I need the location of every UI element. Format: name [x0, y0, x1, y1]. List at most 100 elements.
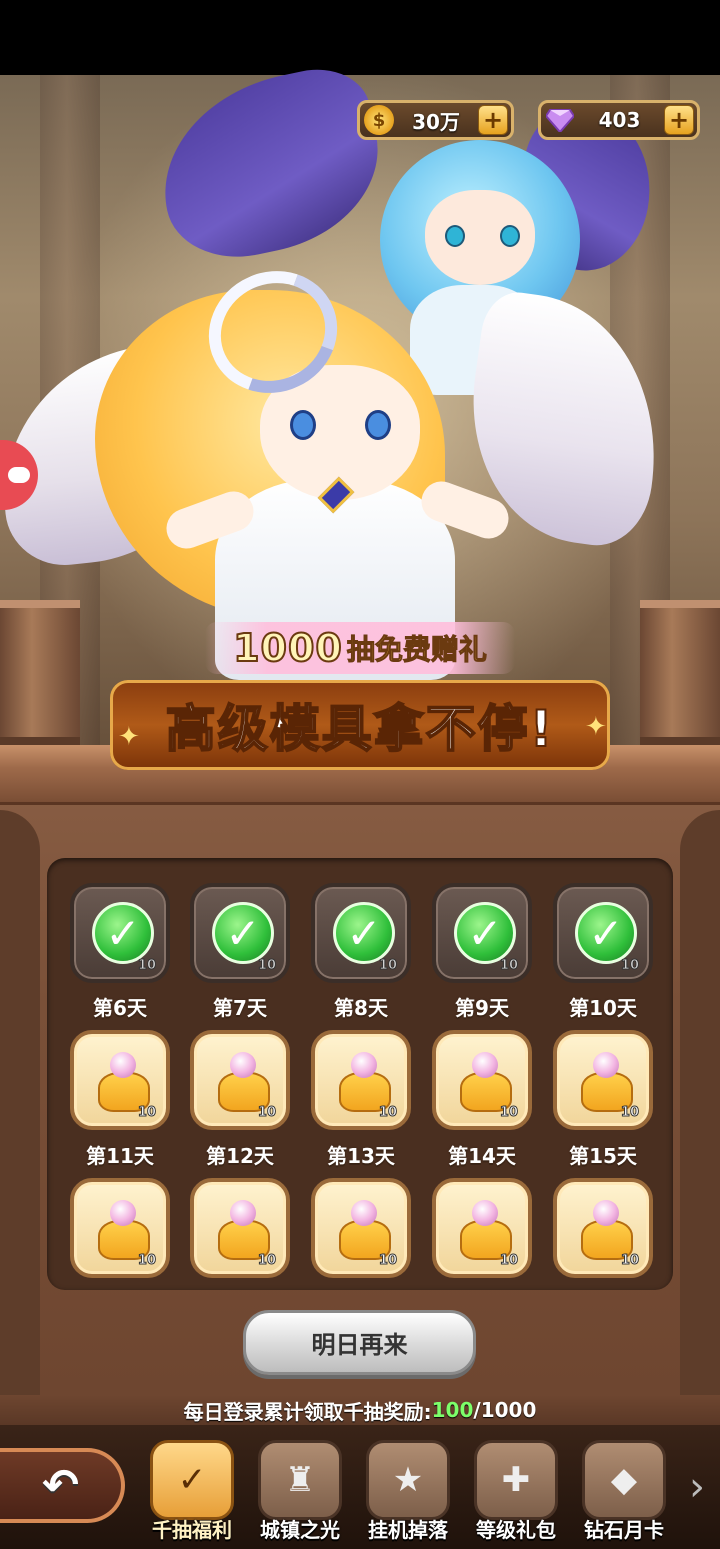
reward-cell-claimed[interactable]: ✓ 10 — [311, 883, 411, 983]
diamond-card-icon: ◆ — [582, 1440, 666, 1520]
stone-column — [0, 600, 80, 745]
gift-box-icon: ✚ — [474, 1440, 558, 1520]
reward-cell-claimed[interactable]: ✓ 10 — [70, 883, 170, 983]
reward-cell-claimed[interactable]: ✓ 10 — [190, 883, 290, 983]
day-label: 第8天 — [334, 996, 388, 1020]
chevron-right-icon[interactable]: › — [682, 1465, 712, 1509]
banner-subtitle: 1000 抽免费赠礼 — [205, 622, 515, 674]
day-label: 第11天 — [86, 1144, 154, 1168]
progress-total: /1000 — [473, 1398, 537, 1422]
gingerbread-mold-icon — [579, 1200, 635, 1260]
reward-cell[interactable]: 10 — [553, 1030, 653, 1130]
add-coins-button[interactable]: + — [478, 105, 508, 135]
checkmark-icon: ✓ — [575, 902, 637, 964]
blonde-angel-eye — [290, 410, 316, 440]
banner-subtitle-text: 抽免费赠礼 — [346, 633, 487, 667]
day-label: 第7天 — [213, 996, 267, 1020]
reward-count: 10 — [378, 958, 397, 974]
reward-cell[interactable]: 10 — [553, 1178, 653, 1278]
day-label: 第10天 — [569, 996, 637, 1020]
stone-column — [640, 600, 720, 745]
day-label: 第14天 — [448, 1144, 516, 1168]
reward-cell[interactable]: 10 — [432, 1030, 532, 1130]
reward-count: 10 — [137, 1253, 156, 1269]
tab-town-light[interactable]: ♜ 城镇之光 — [250, 1440, 350, 1545]
tab-label: 城镇之光 — [260, 1518, 340, 1542]
gingerbread-mold-icon — [96, 1052, 152, 1112]
checkmark-icon: ✓ — [92, 902, 154, 964]
day-label: 第15天 — [569, 1144, 637, 1168]
reward-count: 10 — [378, 1105, 397, 1121]
sparkle-icon: ✦ — [585, 712, 607, 742]
gingerbread-mold-icon — [337, 1200, 393, 1260]
reward-cell[interactable]: 10 — [190, 1030, 290, 1130]
banner-headline-text: 高级模具拿不停! — [165, 699, 555, 759]
come-back-tomorrow-button[interactable]: 明日再来 — [243, 1310, 476, 1375]
gingerbread-mold-icon — [337, 1052, 393, 1112]
tab-idle-drops[interactable]: ★ 挂机掉落 — [358, 1440, 458, 1545]
reward-cell[interactable]: 10 — [190, 1178, 290, 1278]
add-diamonds-button[interactable]: + — [664, 105, 694, 135]
reward-cell[interactable]: 10 — [311, 1178, 411, 1278]
progress-label: 每日登录累计领取千抽奖励: — [183, 1399, 432, 1424]
tab-label: 钻石月卡 — [584, 1518, 664, 1542]
cumulative-progress: 每日登录累计领取千抽奖励: 100/1000 — [0, 1395, 720, 1425]
blue-angel-eye — [500, 225, 520, 247]
reward-count: 10 — [499, 1253, 518, 1269]
checkmark-icon: ✓ — [454, 902, 516, 964]
reward-count: 10 — [499, 1105, 518, 1121]
board-arch — [680, 810, 720, 1400]
reward-cell[interactable]: 10 — [432, 1178, 532, 1278]
gingerbread-mold-icon — [96, 1200, 152, 1260]
reward-count: 10 — [620, 958, 639, 974]
checkmark-icon: ✓ — [333, 902, 395, 964]
reward-count: 10 — [378, 1253, 397, 1269]
progress-current: 100 — [431, 1398, 474, 1422]
reward-count: 10 — [137, 958, 156, 974]
reward-cell[interactable]: 10 — [70, 1178, 170, 1278]
gingerbread-mold-icon — [216, 1200, 272, 1260]
gingerbread-mold-icon — [458, 1052, 514, 1112]
coin-amount: 30万 — [412, 109, 460, 134]
reward-cell[interactable]: 10 — [70, 1030, 170, 1130]
reward-cell[interactable]: 10 — [311, 1030, 411, 1130]
sparkle-icon: ✦ — [118, 722, 140, 752]
back-button[interactable]: ↶ — [0, 1448, 125, 1523]
book-check-icon: ✓ — [150, 1440, 234, 1520]
reward-count: 10 — [137, 1105, 156, 1121]
tab-diamond-card[interactable]: ◆ 钻石月卡 — [574, 1440, 674, 1545]
reward-cell-claimed[interactable]: ✓ 10 — [553, 883, 653, 983]
day-label: 第13天 — [327, 1144, 395, 1168]
tab-level-gift[interactable]: ✚ 等级礼包 — [466, 1440, 566, 1545]
diamond-amount: 403 — [598, 108, 641, 132]
castle-icon: ♜ — [258, 1440, 342, 1520]
diamond-icon — [545, 105, 575, 135]
reward-count: 10 — [257, 1105, 276, 1121]
back-arrow-icon: ↶ — [42, 1460, 79, 1511]
board-arch — [0, 810, 40, 1400]
reward-count: 10 — [257, 958, 276, 974]
reward-count: 10 — [257, 1253, 276, 1269]
checkmark-icon: ✓ — [212, 902, 274, 964]
banner-headline: 高级模具拿不停! — [110, 680, 610, 770]
tab-label: 等级礼包 — [476, 1518, 556, 1542]
gingerbread-mold-icon — [579, 1052, 635, 1112]
reward-count: 10 — [620, 1105, 639, 1121]
day-label: 第6天 — [93, 996, 147, 1020]
reward-count: 10 — [499, 958, 518, 974]
reward-count: 10 — [620, 1253, 639, 1269]
blue-angel-eye — [445, 225, 465, 247]
coin-counter: $ 30万 + — [357, 100, 514, 140]
tab-label: 千抽福利 — [152, 1518, 232, 1542]
status-bar — [0, 0, 720, 75]
gamepad-icon — [8, 467, 30, 483]
coin-icon: $ — [364, 105, 394, 135]
blonde-angel-eye — [365, 410, 391, 440]
draw-count: 1000 — [232, 625, 343, 671]
tab-thousand-draws[interactable]: ✓ 千抽福利 — [142, 1440, 242, 1545]
day-label: 第12天 — [206, 1144, 274, 1168]
gingerbread-mold-icon — [458, 1200, 514, 1260]
reward-cell-claimed[interactable]: ✓ 10 — [432, 883, 532, 983]
gingerbread-mold-icon — [216, 1052, 272, 1112]
diamond-counter: 403 + — [538, 100, 700, 140]
